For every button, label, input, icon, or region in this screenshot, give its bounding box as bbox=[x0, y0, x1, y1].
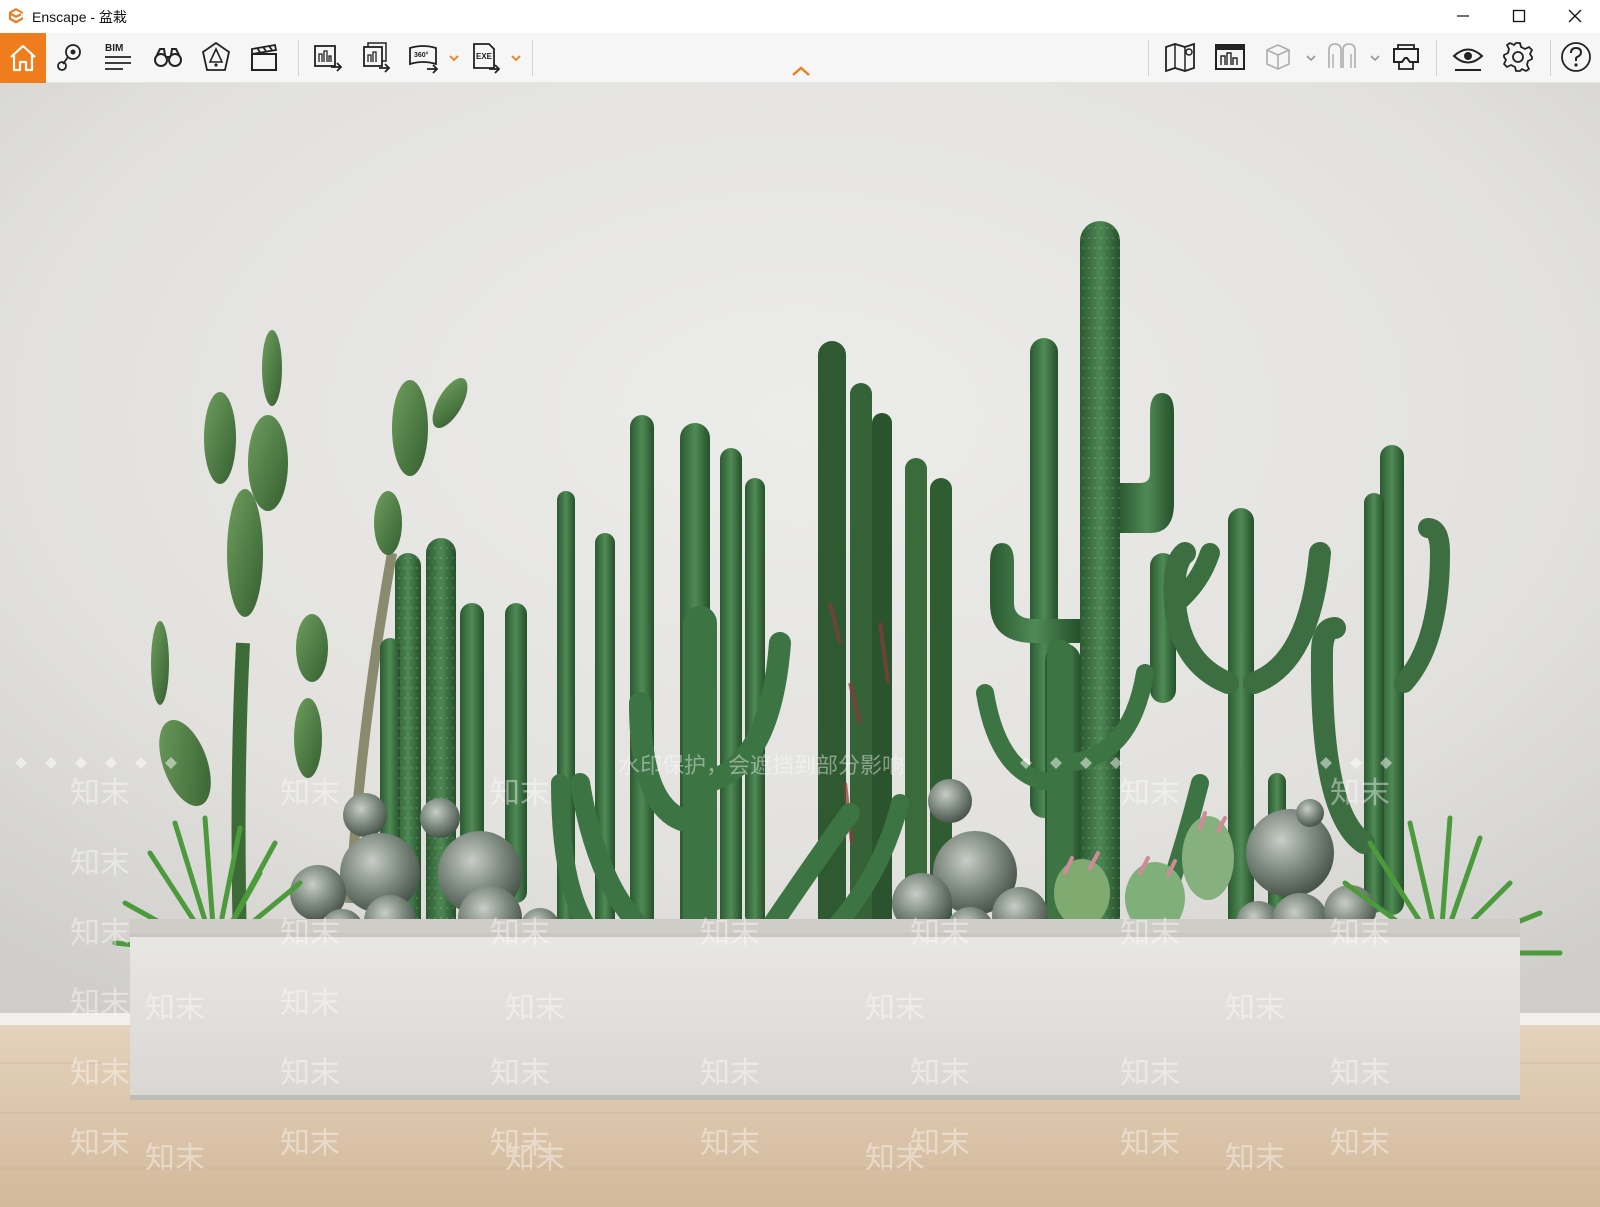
svg-text:知末: 知末 bbox=[280, 916, 340, 951]
svg-text:知末: 知末 bbox=[505, 1141, 565, 1176]
cube-icon bbox=[1266, 44, 1290, 70]
panorama-export-icon: 360° bbox=[409, 45, 439, 74]
svg-text:知末: 知末 bbox=[1120, 1056, 1180, 1091]
render-image-button[interactable] bbox=[308, 37, 348, 77]
svg-text:知末: 知末 bbox=[1120, 1126, 1180, 1161]
svg-text:知末: 知末 bbox=[280, 1056, 340, 1091]
main-toolbar: BIM 360° EXE bbox=[0, 33, 1600, 83]
vr-headset-icon bbox=[1393, 44, 1419, 70]
svg-text:EXE: EXE bbox=[476, 52, 493, 61]
home-icon bbox=[10, 44, 36, 72]
location-pin-icon bbox=[57, 44, 81, 71]
binoculars-icon bbox=[154, 48, 182, 67]
render-viewport[interactable]: 水印保护，会遮挡到部分影响 知末 知末 知末 知末 知末 知末 知末 知末 知末… bbox=[0, 83, 1600, 1207]
help-icon bbox=[1561, 42, 1591, 72]
chevron-down-icon[interactable] bbox=[1368, 51, 1382, 65]
svg-text:知末: 知末 bbox=[280, 776, 340, 811]
exe-export-icon: EXE bbox=[473, 43, 501, 74]
svg-text:知末: 知末 bbox=[70, 1126, 130, 1161]
enscape-logo-icon bbox=[9, 8, 23, 24]
walk-mode-button[interactable] bbox=[148, 37, 188, 77]
svg-text:知末: 知末 bbox=[280, 986, 340, 1021]
views-button[interactable] bbox=[50, 37, 90, 77]
svg-text:知末: 知末 bbox=[70, 986, 130, 1021]
bim-icon: BIM bbox=[105, 43, 131, 70]
svg-text:知末: 知末 bbox=[1330, 776, 1390, 811]
svg-text:知末: 知末 bbox=[70, 846, 130, 881]
settings-button[interactable] bbox=[1498, 37, 1538, 77]
svg-text:知末: 知末 bbox=[145, 991, 205, 1026]
chevron-down-icon[interactable] bbox=[1304, 51, 1318, 65]
chevron-down-icon[interactable] bbox=[509, 51, 523, 65]
svg-text:知末: 知末 bbox=[910, 1056, 970, 1091]
gear-icon bbox=[1503, 42, 1533, 72]
close-icon bbox=[1568, 9, 1582, 23]
home-button[interactable] bbox=[0, 33, 46, 83]
collaboration-button[interactable] bbox=[1322, 37, 1362, 77]
svg-text:知末: 知末 bbox=[1330, 916, 1390, 951]
svg-text:知末: 知末 bbox=[280, 1126, 340, 1161]
window-title: Enscape - 盆栽 bbox=[32, 9, 127, 25]
minimize-icon bbox=[1457, 15, 1469, 17]
svg-text:知末: 知末 bbox=[700, 1126, 760, 1161]
close-button[interactable] bbox=[1552, 0, 1598, 32]
svg-text:知末: 知末 bbox=[700, 1056, 760, 1091]
scene-render: 水印保护，会遮挡到部分影响 知末 知末 知末 知末 知末 知末 知末 知末 知末… bbox=[0, 83, 1600, 1207]
maximize-icon bbox=[1512, 9, 1526, 23]
capture-panel-button[interactable] bbox=[1210, 37, 1250, 77]
svg-text:360°: 360° bbox=[414, 51, 429, 59]
panorama-button[interactable]: 360° bbox=[404, 37, 444, 77]
light-view-button[interactable] bbox=[196, 37, 236, 77]
minimize-button[interactable] bbox=[1440, 0, 1486, 32]
light-view-icon bbox=[201, 41, 231, 71]
svg-text:知末: 知末 bbox=[1225, 1141, 1285, 1176]
capture-panel-icon bbox=[1215, 44, 1245, 70]
collaboration-icon bbox=[1328, 43, 1356, 68]
maximize-button[interactable] bbox=[1496, 0, 1542, 32]
svg-text:知末: 知末 bbox=[1120, 916, 1180, 951]
exe-export-button[interactable]: EXE bbox=[466, 37, 506, 77]
svg-text:知末: 知末 bbox=[490, 1056, 550, 1091]
visual-settings-button[interactable] bbox=[1448, 37, 1488, 77]
svg-text:知末: 知末 bbox=[490, 776, 550, 811]
image-export-icon bbox=[314, 45, 343, 72]
svg-text:知末: 知末 bbox=[1330, 1056, 1390, 1091]
svg-text:知末: 知末 bbox=[1120, 776, 1180, 811]
asset-library-button[interactable] bbox=[1258, 37, 1298, 77]
svg-text:知末: 知末 bbox=[1330, 1126, 1390, 1161]
eye-icon bbox=[1452, 48, 1484, 71]
map-button[interactable] bbox=[1160, 37, 1200, 77]
chevron-down-icon[interactable] bbox=[447, 51, 461, 65]
svg-text:知末: 知末 bbox=[505, 991, 565, 1026]
svg-text:水印保护，会遮挡到部分影响: 水印保护，会遮挡到部分影响 bbox=[618, 754, 904, 779]
svg-text:BIM: BIM bbox=[105, 43, 123, 54]
batch-render-button[interactable] bbox=[356, 37, 396, 77]
svg-text:知末: 知末 bbox=[70, 1056, 130, 1091]
clapperboard-icon bbox=[251, 43, 278, 71]
collapse-toolbar-icon[interactable] bbox=[788, 63, 814, 79]
title-bar: Enscape - 盆栽 bbox=[0, 0, 1600, 32]
svg-text:知末: 知末 bbox=[865, 991, 925, 1026]
batch-export-icon bbox=[363, 42, 391, 73]
help-button[interactable] bbox=[1556, 37, 1596, 77]
svg-text:知末: 知末 bbox=[490, 916, 550, 951]
svg-text:知末: 知末 bbox=[910, 1126, 970, 1161]
bim-button[interactable]: BIM bbox=[98, 37, 138, 77]
svg-text:知末: 知末 bbox=[145, 1141, 205, 1176]
svg-text:知末: 知末 bbox=[70, 916, 130, 951]
video-editor-button[interactable] bbox=[244, 37, 284, 77]
svg-text:知末: 知末 bbox=[1225, 991, 1285, 1026]
svg-text:知末: 知末 bbox=[910, 916, 970, 951]
svg-text:知末: 知末 bbox=[700, 916, 760, 951]
svg-text:知末: 知末 bbox=[70, 776, 130, 811]
vr-headset-button[interactable] bbox=[1386, 37, 1426, 77]
map-icon bbox=[1165, 42, 1195, 73]
